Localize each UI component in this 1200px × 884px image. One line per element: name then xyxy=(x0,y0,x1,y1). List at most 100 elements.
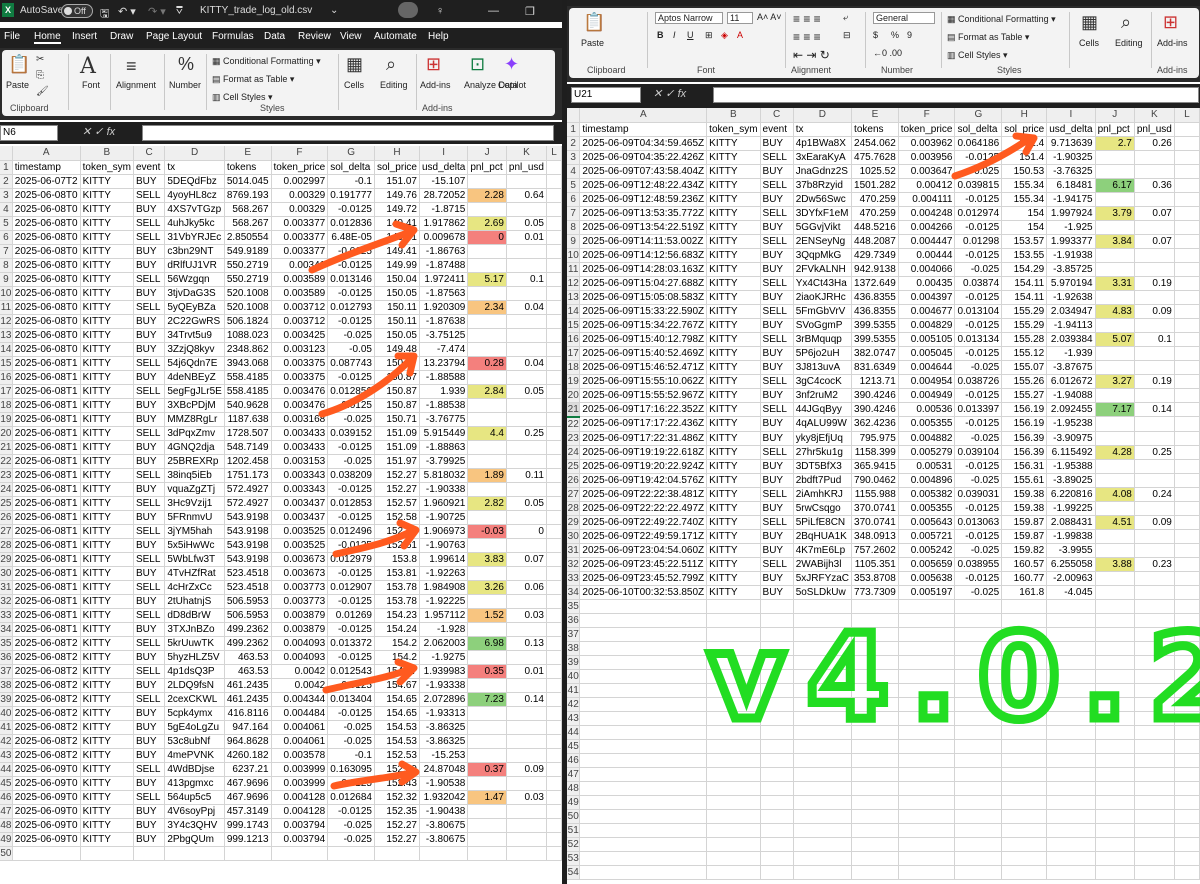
sheet-table[interactable]: A B C D E F G H I J K L 1 timestamp token_sym event tx to… xyxy=(567,108,1200,880)
row-header[interactable]: 22 xyxy=(567,416,581,432)
cell[interactable]: 1.939 xyxy=(419,384,469,399)
cell[interactable]: KITTY xyxy=(80,314,134,329)
cell[interactable]: 2.28 xyxy=(467,188,507,203)
cell[interactable]: 154 xyxy=(1001,206,1048,221)
cell[interactable]: 2FVkALNH xyxy=(793,262,853,277)
cell[interactable] xyxy=(546,216,562,231)
cell[interactable] xyxy=(1174,346,1200,361)
cell[interactable] xyxy=(506,370,547,385)
tab-automate[interactable]: Automate xyxy=(374,31,417,42)
cell[interactable] xyxy=(1046,865,1096,880)
cell[interactable]: -1.8715 xyxy=(419,202,469,217)
cell[interactable] xyxy=(1174,388,1200,403)
row-header[interactable]: 15 xyxy=(0,356,13,371)
cell[interactable] xyxy=(1046,683,1096,698)
cell[interactable]: token_sym xyxy=(80,160,134,175)
cell[interactable]: -1.94113 xyxy=(1046,318,1096,333)
fill-color-icon[interactable]: ◈ xyxy=(721,30,728,41)
row-header[interactable]: 40 xyxy=(567,669,581,684)
cell[interactable]: 558.4185 xyxy=(224,384,272,399)
row-header[interactable]: 6 xyxy=(0,230,13,245)
cell[interactable]: 2025-06-09T15:05:08.583Z xyxy=(579,290,708,305)
cell[interactable]: 0.003437 xyxy=(271,496,329,511)
cell[interactable] xyxy=(898,753,956,768)
cell[interactable]: 5.970194 xyxy=(1046,276,1096,291)
cell[interactable]: 0.26 xyxy=(1134,136,1175,151)
cell[interactable]: 156.31 xyxy=(1001,459,1048,474)
cell[interactable]: SELL xyxy=(133,272,166,287)
row-header[interactable]: 35 xyxy=(567,599,581,614)
cell[interactable]: SELL xyxy=(133,608,166,623)
cell[interactable] xyxy=(579,683,708,698)
cell[interactable]: SELL xyxy=(760,332,794,347)
cell[interactable]: 159.87 xyxy=(1001,529,1048,544)
cell[interactable]: 153.78 xyxy=(374,580,420,595)
cell[interactable] xyxy=(954,823,1003,838)
cell[interactable]: pnl_usd xyxy=(506,160,547,175)
cell[interactable] xyxy=(1174,501,1200,516)
cell[interactable]: -3.90975 xyxy=(1046,431,1096,446)
cell[interactable] xyxy=(1134,459,1175,474)
cell[interactable] xyxy=(579,641,708,656)
cell[interactable]: 2.82 xyxy=(467,496,507,511)
cell[interactable]: 2.69 xyxy=(467,216,507,231)
cell[interactable]: -1.92263 xyxy=(419,566,469,581)
cell[interactable]: KITTY xyxy=(706,515,761,530)
cell[interactable]: 0.004484 xyxy=(271,706,329,721)
cell[interactable]: -0.0125 xyxy=(327,482,375,497)
cell[interactable]: 773.7309 xyxy=(851,585,899,600)
cell[interactable]: 153.8 xyxy=(374,552,420,567)
cell[interactable]: vquaZgZTj xyxy=(164,482,225,497)
cell[interactable]: 2025-06-08T2 xyxy=(12,734,81,749)
cell[interactable]: 550.2719 xyxy=(224,258,272,273)
cell[interactable]: 964.8628 xyxy=(224,734,272,749)
cell[interactable]: 448.2087 xyxy=(851,234,899,249)
cell[interactable]: 0.19 xyxy=(1134,276,1175,291)
cell[interactable] xyxy=(1174,529,1200,544)
cell[interactable]: dRlfUJ1VR xyxy=(164,258,225,273)
cell[interactable]: KITTY xyxy=(706,220,761,235)
cell[interactable] xyxy=(271,846,329,861)
cell[interactable]: 0.06 xyxy=(506,580,547,595)
cell[interactable]: -1.90338 xyxy=(419,482,469,497)
cell[interactable] xyxy=(793,781,853,796)
cell[interactable]: 25BREXRp xyxy=(164,454,225,469)
cell[interactable]: 150.05 xyxy=(374,328,420,343)
tab-help[interactable]: Help xyxy=(428,31,449,42)
cell[interactable] xyxy=(546,314,562,329)
cell[interactable]: 2.850554 xyxy=(224,230,272,245)
cell[interactable]: 0.004128 xyxy=(271,804,329,819)
cell[interactable] xyxy=(851,655,899,670)
cell[interactable] xyxy=(506,538,547,553)
column-header-a[interactable]: A xyxy=(579,108,708,123)
row-header[interactable]: 3 xyxy=(0,188,13,203)
cell[interactable] xyxy=(1095,346,1135,361)
cell[interactable]: SELL xyxy=(133,524,166,539)
cell[interactable]: -3.9955 xyxy=(1046,543,1096,558)
cell[interactable] xyxy=(1095,851,1135,866)
tab-file[interactable]: File xyxy=(4,31,20,42)
conditional-formatting-button[interactable]: ▦ Conditional Formatting ▾ xyxy=(212,56,321,67)
enter-icon[interactable]: ✓ xyxy=(665,88,674,100)
tab-home[interactable]: Home xyxy=(34,31,61,44)
cell[interactable]: 6237.21 xyxy=(224,762,272,777)
cell[interactable] xyxy=(546,286,562,301)
cell[interactable]: 2025-06-09T0 xyxy=(12,790,81,805)
cell[interactable]: 2.34 xyxy=(467,300,507,315)
cell[interactable] xyxy=(706,739,761,754)
cell[interactable]: 0.038726 xyxy=(954,374,1003,389)
cell[interactable] xyxy=(1001,767,1048,782)
cells-icon[interactable]: ▦ xyxy=(1081,12,1098,33)
cell[interactable] xyxy=(851,781,899,796)
row-header[interactable]: 28 xyxy=(567,501,581,516)
row-header[interactable]: 51 xyxy=(567,823,581,838)
cell[interactable]: 399.5355 xyxy=(851,318,899,333)
cell[interactable] xyxy=(506,622,547,637)
cell[interactable]: 0.003647 xyxy=(898,164,956,179)
cell[interactable]: BUY xyxy=(133,734,166,749)
cell[interactable] xyxy=(1134,823,1175,838)
cell[interactable] xyxy=(1174,809,1200,824)
cell[interactable]: 2025-06-08T1 xyxy=(12,622,81,637)
cell[interactable] xyxy=(851,641,899,656)
cell[interactable]: KITTY xyxy=(706,543,761,558)
